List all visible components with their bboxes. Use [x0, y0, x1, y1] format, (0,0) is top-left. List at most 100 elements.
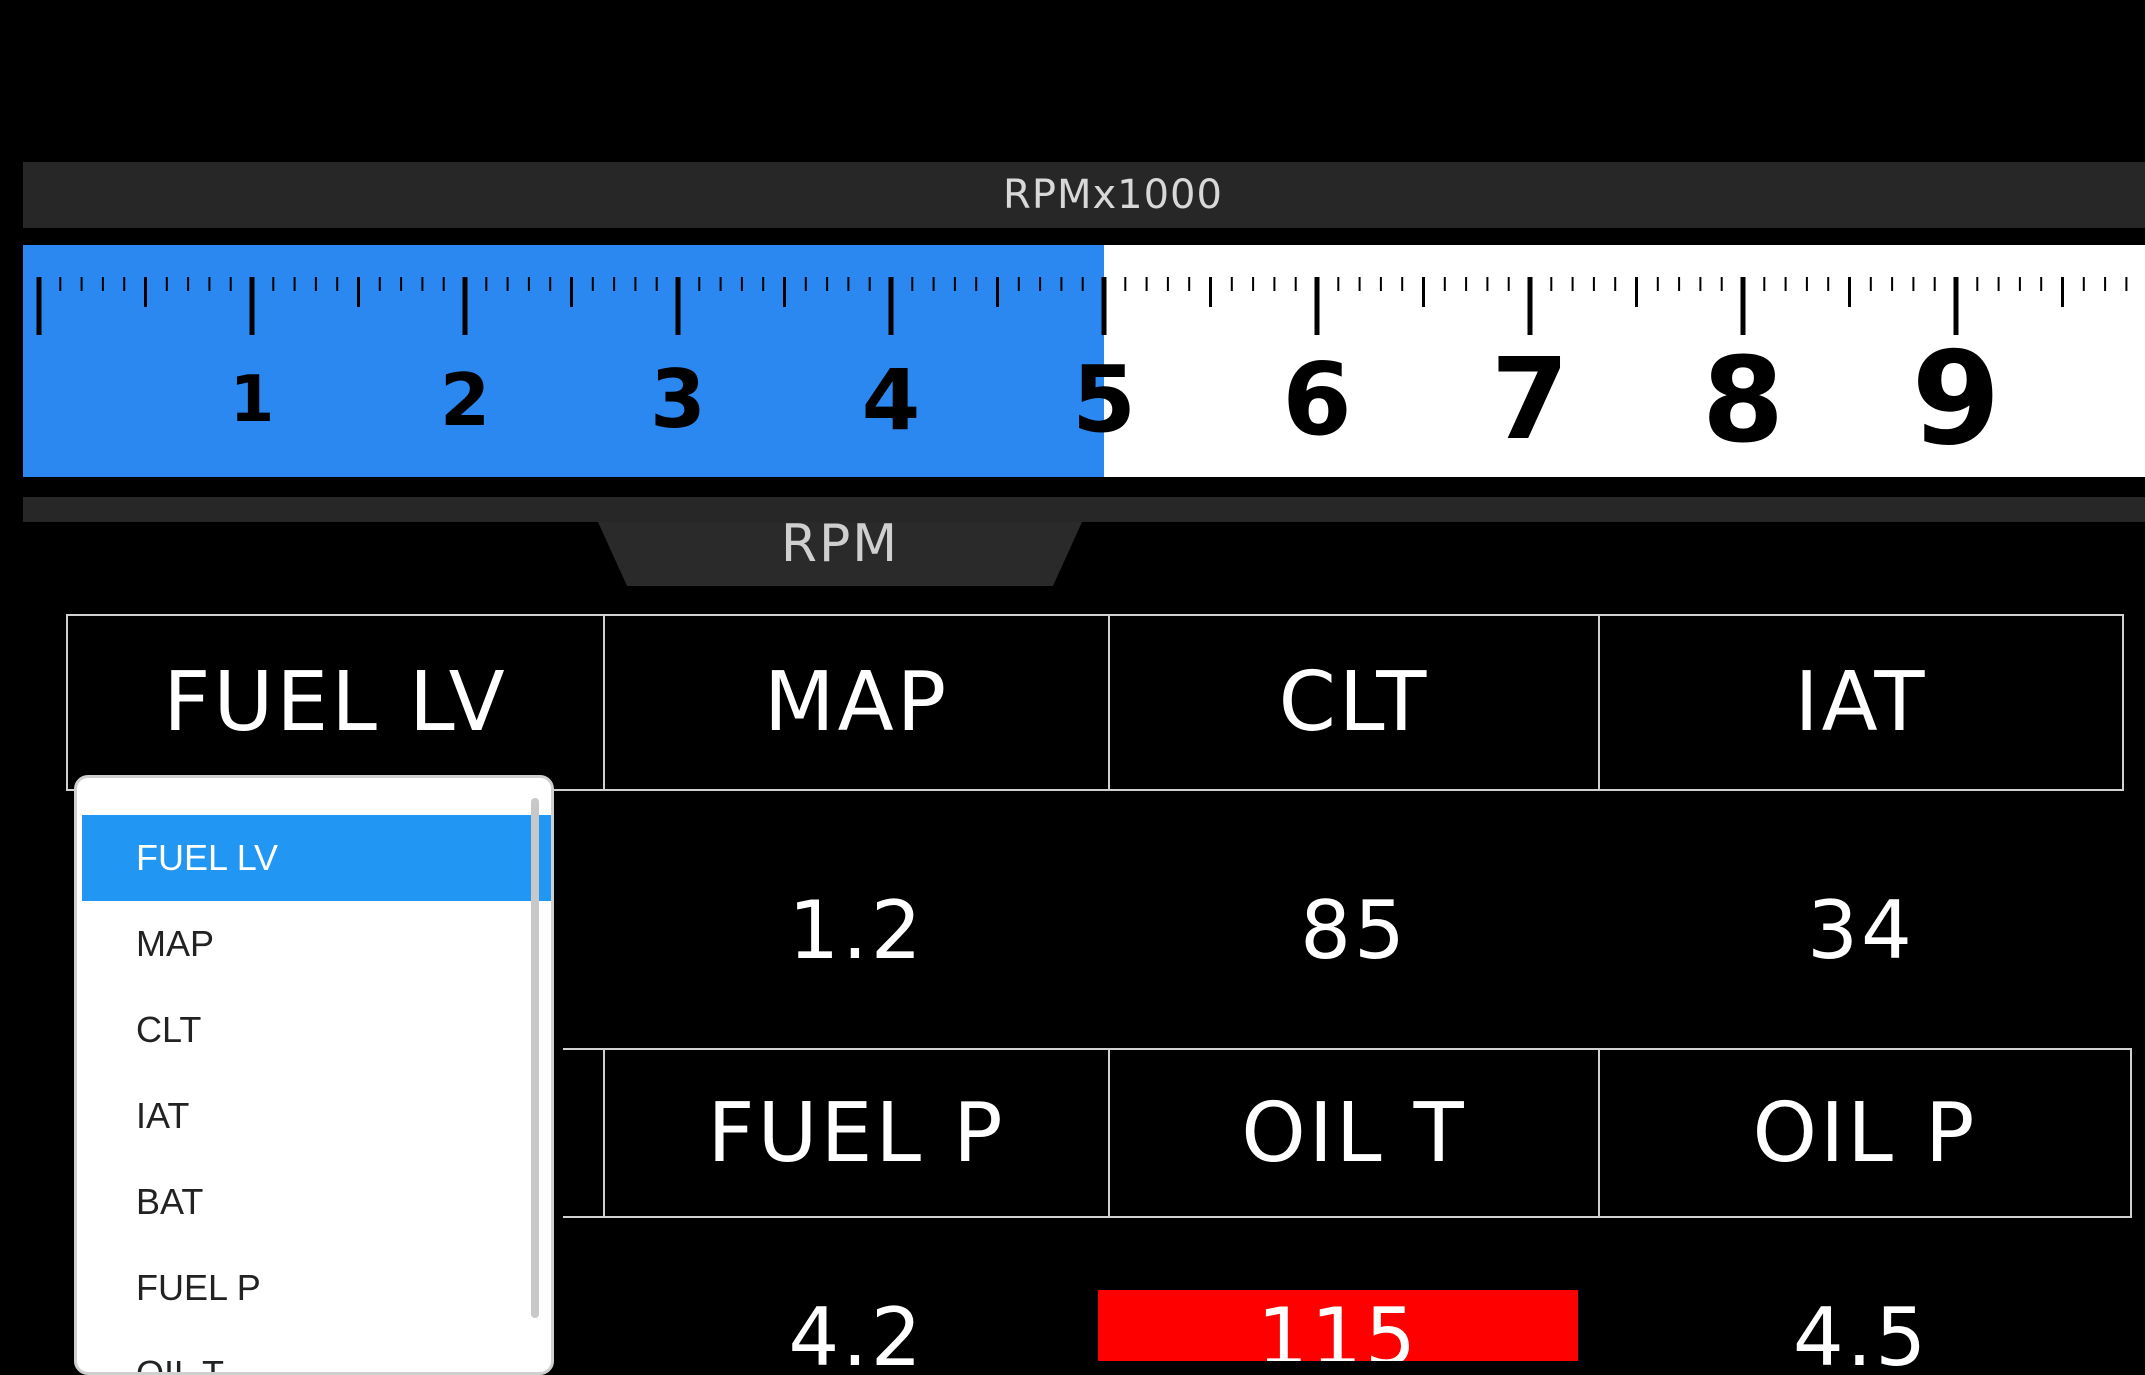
channel-dropdown[interactable]: FUEL LV MAP CLT IAT BAT FUEL P OIL T: [74, 775, 554, 1375]
header-cell-clt[interactable]: CLT: [1108, 614, 1600, 791]
rpm-minor-tick: [1486, 277, 1489, 291]
rpm-minor-tick: [442, 277, 445, 291]
rpm-minor-tick: [1912, 277, 1915, 291]
value-iat: 34: [1807, 883, 1915, 977]
rpm-minor-tick: [485, 277, 488, 291]
rpm-minor-tick: [1060, 277, 1063, 291]
rpm-minor-tick: [1230, 277, 1233, 291]
rpm-minor-tick: [1997, 277, 2000, 291]
rpm-minor-tick: [826, 277, 829, 291]
rpm-minor-tick: [1209, 277, 1212, 307]
rpm-number-9: 9: [1911, 325, 2001, 474]
rpm-minor-tick: [1379, 277, 1382, 291]
rpm-number-8: 8: [1701, 331, 1785, 469]
rpm-minor-tick: [911, 277, 914, 291]
header-cell-hidden[interactable]: [563, 1048, 605, 1218]
rpm-minor-tick: [1273, 277, 1276, 291]
rpm-minor-tick: [613, 277, 616, 291]
rpm-minor-tick: [1763, 277, 1766, 291]
header-cell-fuel-p[interactable]: FUEL P: [603, 1048, 1110, 1218]
dropdown-option-clt[interactable]: CLT: [82, 987, 551, 1073]
rpm-major-tick: [36, 277, 42, 335]
rpm-number-4: 4: [861, 351, 921, 449]
dropdown-option-bat[interactable]: BAT: [82, 1159, 551, 1245]
rpm-minor-tick: [1976, 277, 1979, 291]
rpm-minor-tick: [2082, 277, 2085, 291]
rpm-minor-tick: [1592, 277, 1595, 291]
rpm-minor-tick: [996, 277, 999, 307]
rpm-minor-tick: [655, 277, 658, 291]
rpm-major-tick: [1101, 277, 1107, 335]
rpm-caption: RPM: [780, 522, 900, 574]
dropdown-option-iat[interactable]: IAT: [82, 1073, 551, 1159]
rpm-minor-tick: [1081, 277, 1084, 291]
dropdown-scrollbar[interactable]: [531, 798, 539, 1318]
rpm-minor-tick: [336, 277, 339, 291]
header-cell-oil-p[interactable]: OIL P: [1598, 1048, 2132, 1218]
rpm-minor-tick: [2040, 277, 2043, 291]
rpm-minor-tick: [847, 277, 850, 291]
rpm-scale-label: RPMx1000: [1003, 172, 1223, 218]
rpm-major-tick: [675, 277, 681, 335]
rpm-minor-tick: [80, 277, 83, 291]
value-oil-t-alert: 115: [1098, 1290, 1578, 1361]
rpm-major-tick: [462, 277, 468, 335]
header-cell-fuel-lv[interactable]: FUEL LV: [66, 614, 605, 791]
rpm-minor-tick: [932, 277, 935, 291]
rpm-minor-tick: [1720, 277, 1723, 291]
header-cell-map[interactable]: MAP: [603, 614, 1110, 791]
rpm-minor-tick: [1401, 277, 1404, 291]
rpm-minor-tick: [1358, 277, 1361, 291]
rpm-minor-tick: [719, 277, 722, 291]
rpm-gauge: 1 2 3 4 5 6 7 8 9: [23, 245, 2145, 477]
rpm-major-tick: [1527, 277, 1533, 335]
rpm-minor-tick: [1678, 277, 1681, 291]
rpm-major-tick: [888, 277, 894, 335]
header-cell-iat[interactable]: IAT: [1598, 614, 2124, 791]
rpm-minor-tick: [1848, 277, 1851, 307]
rpm-major-tick: [1740, 277, 1746, 335]
rpm-minor-tick: [293, 277, 296, 291]
rpm-minor-tick: [1891, 277, 1894, 291]
rpm-caption-tab: RPM: [598, 522, 1082, 586]
rpm-minor-tick: [1571, 277, 1574, 291]
rpm-minor-tick: [1784, 277, 1787, 291]
rpm-major-tick: [249, 277, 255, 335]
rpm-minor-tick: [272, 277, 275, 291]
rpm-minor-tick: [165, 277, 168, 291]
rpm-minor-tick: [1805, 277, 1808, 291]
rpm-bottom-bar: [23, 497, 2145, 522]
rpm-minor-tick: [1699, 277, 1702, 291]
rpm-minor-tick: [2104, 277, 2107, 291]
rpm-minor-tick: [357, 277, 360, 307]
rpm-minor-tick: [506, 277, 509, 291]
dropdown-option-fuel-p[interactable]: FUEL P: [82, 1245, 551, 1331]
rpm-number-3: 3: [650, 353, 706, 446]
rpm-minor-tick: [868, 277, 871, 291]
rpm-minor-tick: [591, 277, 594, 291]
rpm-minor-tick: [144, 277, 147, 307]
rpm-minor-tick: [1145, 277, 1148, 291]
rpm-number-6: 6: [1282, 341, 1352, 458]
dropdown-option-fuel-lv[interactable]: FUEL LV: [82, 815, 551, 901]
rpm-minor-tick: [1550, 277, 1553, 291]
dropdown-option-map[interactable]: MAP: [82, 901, 551, 987]
value-map: 1.2: [788, 883, 925, 977]
rpm-minor-tick: [1827, 277, 1830, 291]
rpm-minor-tick: [1443, 277, 1446, 291]
rpm-minor-tick: [1124, 277, 1127, 291]
dropdown-option-oil-t[interactable]: OIL T: [82, 1331, 551, 1372]
rpm-minor-tick: [123, 277, 126, 291]
rpm-minor-tick: [1188, 277, 1191, 291]
rpm-minor-tick: [1656, 277, 1659, 291]
rpm-number-1: 1: [229, 363, 275, 437]
value-oil-p: 4.5: [1598, 1282, 2124, 1373]
rpm-minor-tick: [783, 277, 786, 307]
rpm-minor-tick: [208, 277, 211, 291]
rpm-minor-tick: [549, 277, 552, 291]
header-cell-oil-t[interactable]: OIL T: [1108, 1048, 1600, 1218]
rpm-minor-tick: [1635, 277, 1638, 307]
rpm-number-5: 5: [1071, 346, 1137, 453]
rpm-minor-tick: [975, 277, 978, 291]
rpm-minor-tick: [1166, 277, 1169, 291]
